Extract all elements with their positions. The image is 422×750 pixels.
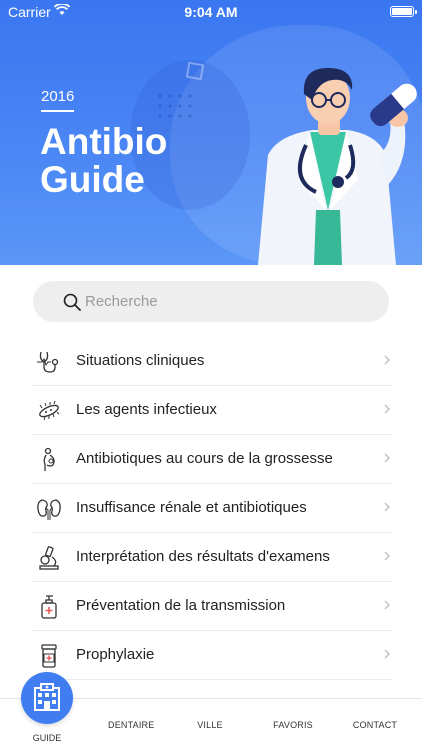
- bacteria-icon: [39, 400, 60, 421]
- chevron-right-icon: [384, 649, 391, 659]
- search-input[interactable]: [85, 281, 375, 322]
- edition-year: 2016: [41, 88, 75, 112]
- chevron-right-icon: [384, 404, 391, 414]
- header-banner: 2016 Antibio Guide: [0, 0, 422, 265]
- pregnancy-icon: [43, 447, 55, 471]
- tab-dentaire[interactable]: DENTAIRE: [108, 720, 154, 730]
- doctor-illustration: [258, 68, 417, 265]
- microscope-icon: [39, 546, 59, 570]
- tab-ville[interactable]: VILLE: [190, 720, 230, 730]
- chevron-right-icon: [384, 502, 391, 512]
- tab-favoris[interactable]: FAVORIS: [270, 720, 316, 730]
- menu-item-label: Antibiotiques au cours de la grossesse: [76, 450, 333, 467]
- menu-item-interpretation-examens[interactable]: Interprétation des résultats d'examens: [32, 533, 393, 582]
- kidney-icon: [37, 499, 61, 520]
- menu-item-label: Préventation de la transmission: [76, 597, 286, 614]
- menu-item-agents-infectieux[interactable]: Les agents infectieux: [32, 386, 393, 435]
- tab-guide[interactable]: [21, 672, 73, 724]
- menu-item-label: Situations cliniques: [76, 352, 205, 369]
- hospital-icon: [34, 683, 60, 711]
- menu-item-label: Insuffisance rénale et antibiotiques: [76, 499, 307, 516]
- menu-item-grossesse[interactable]: Antibiotiques au cours de la grossesse: [32, 435, 393, 484]
- menu-item-preventation-transmission[interactable]: Préventation de la transmission: [32, 582, 393, 631]
- menu-list: Situations cliniques Les agents infectie…: [0, 337, 422, 680]
- pill-bottle-icon: [41, 644, 57, 668]
- menu-item-label: Prophylaxie: [76, 646, 155, 663]
- chevron-right-icon: [384, 355, 391, 365]
- search-bar[interactable]: [33, 281, 389, 322]
- status-bar: Carrier 9:04 AM: [0, 0, 422, 24]
- app-title: Antibio Guide: [40, 123, 167, 199]
- menu-item-label: Les agents infectieux: [76, 401, 217, 418]
- stethoscope-icon: [37, 351, 59, 373]
- chevron-right-icon: [384, 453, 391, 463]
- app-title-line2: Guide: [40, 159, 145, 200]
- tab-guide-label: GUIDE: [32, 733, 62, 743]
- menu-item-label: Interprétation des résultats d'examens: [76, 548, 330, 565]
- chevron-right-icon: [384, 551, 391, 561]
- tab-contact[interactable]: CONTACT: [350, 720, 400, 730]
- search-icon: [63, 293, 81, 311]
- menu-item-insuffisance-renale[interactable]: Insuffisance rénale et antibiotiques: [32, 484, 393, 533]
- clock: 9:04 AM: [184, 4, 238, 20]
- chevron-right-icon: [384, 600, 391, 610]
- battery-icon: [390, 6, 417, 17]
- menu-item-situations-cliniques[interactable]: Situations cliniques: [32, 337, 393, 386]
- sanitizer-icon: [41, 595, 57, 619]
- app-title-line1: Antibio: [40, 121, 168, 162]
- menu-item-prophylaxie[interactable]: Prophylaxie: [32, 631, 393, 680]
